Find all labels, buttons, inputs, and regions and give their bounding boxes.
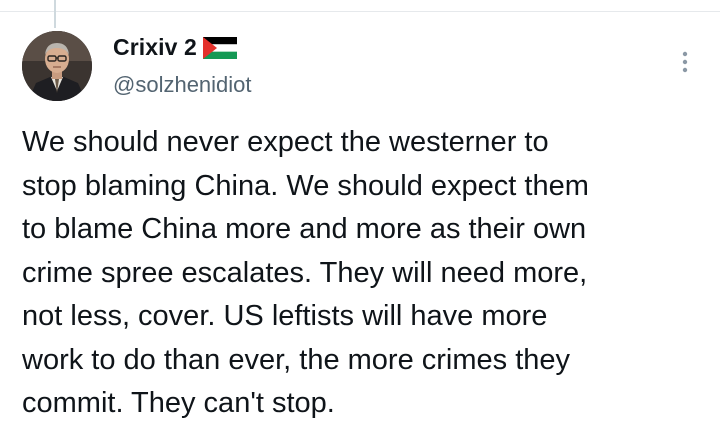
tweet-text: We should never expect the westerner to … (22, 126, 589, 419)
top-divider (0, 11, 720, 12)
thread-connector-line (54, 0, 56, 28)
author-name-row: Crixiv 2 (113, 34, 237, 61)
avatar-portrait (22, 31, 92, 101)
author-display-name[interactable]: Crixiv 2 (113, 34, 197, 61)
avatar[interactable] (22, 31, 92, 101)
vertical-ellipsis-icon (682, 51, 688, 73)
palestine-flag-icon (202, 36, 237, 59)
author-handle[interactable]: @solzhenidiot (113, 72, 252, 98)
more-options-button[interactable] (674, 48, 696, 76)
